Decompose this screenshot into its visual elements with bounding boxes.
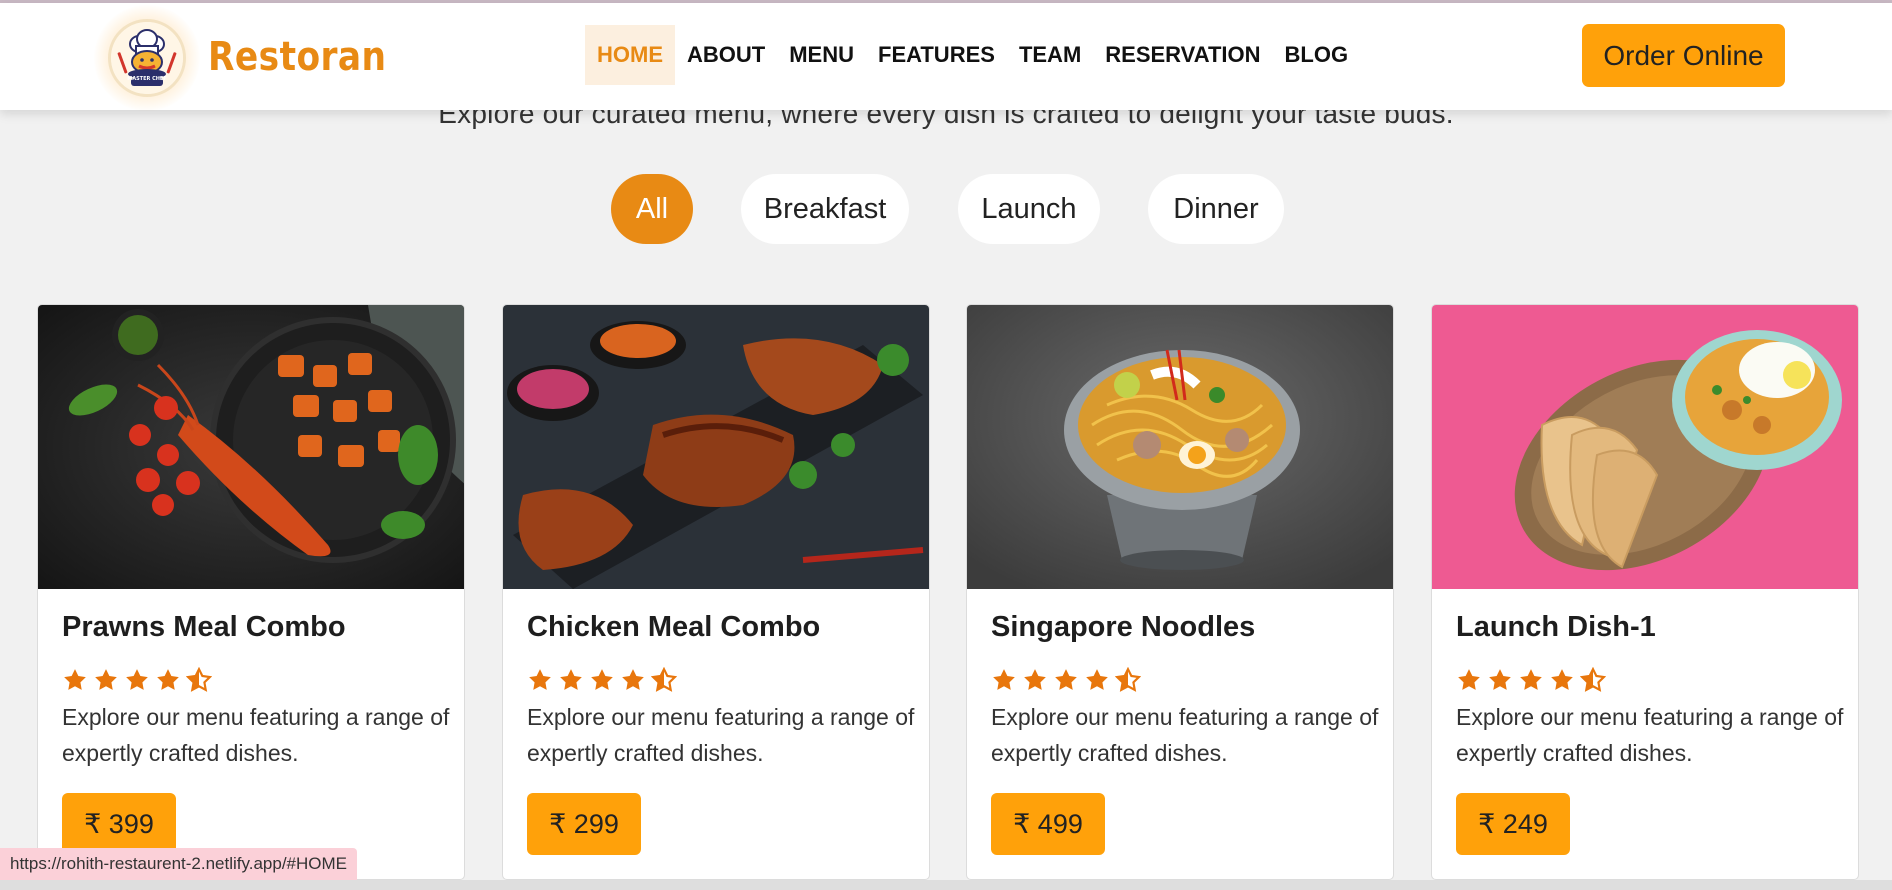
price-button[interactable]: ₹ 249 [1456, 793, 1570, 855]
star-icon [1053, 667, 1084, 693]
star-icon [1518, 667, 1549, 693]
logo-text: MASTER CHEF [127, 76, 167, 82]
singapore-noodles-image [967, 305, 1393, 589]
star-icon [1022, 667, 1053, 693]
launch-dish-image [1432, 305, 1858, 589]
star-icon [1487, 667, 1518, 693]
star-icon [62, 667, 93, 693]
star-icon [558, 667, 589, 693]
nav-team[interactable]: TEAM [1007, 25, 1093, 85]
filter-breakfast[interactable]: Breakfast [741, 174, 909, 244]
main-nav: HOME ABOUT MENU FEATURES TEAM RESERVATIO… [585, 25, 1360, 85]
star-icon [93, 667, 124, 693]
card-title: Singapore Noodles [991, 611, 1256, 643]
half-star-icon [650, 666, 682, 693]
filter-all[interactable]: All [611, 174, 693, 244]
chef-logo-icon: MASTER CHEF [108, 19, 186, 97]
rating-stars [1456, 666, 1611, 693]
filter-launch[interactable]: Launch [958, 174, 1100, 244]
menu-card[interactable]: Prawns Meal Combo Explore our menu featu… [37, 304, 465, 880]
price-button[interactable]: ₹ 299 [527, 793, 641, 855]
half-star-icon [1579, 666, 1611, 693]
card-title: Launch Dish-1 [1456, 611, 1656, 643]
half-star-icon [1114, 666, 1146, 693]
nav-home[interactable]: HOME [585, 25, 675, 85]
card-title: Prawns Meal Combo [62, 611, 346, 643]
rating-stars [991, 666, 1146, 693]
star-icon [155, 667, 186, 693]
filter-dinner[interactable]: Dinner [1148, 174, 1284, 244]
navbar: MASTER CHEF Restoran HOME ABOUT MENU FEA… [0, 3, 1892, 111]
card-title: Chicken Meal Combo [527, 611, 821, 643]
half-star-icon [185, 666, 217, 693]
card-description: Explore our menu featuring a range of ex… [527, 704, 915, 766]
menu-card[interactable]: Launch Dish-1 Explore our menu featuring… [1431, 304, 1859, 880]
card-description: Explore our menu featuring a range of ex… [62, 704, 450, 766]
status-url: https://rohith-restaurent-2.netlify.app/… [0, 848, 358, 880]
nav-reservation[interactable]: RESERVATION [1093, 25, 1272, 85]
nav-menu[interactable]: MENU [777, 25, 866, 85]
star-icon [991, 667, 1022, 693]
rating-stars [527, 666, 682, 693]
logo[interactable]: MASTER CHEF [94, 5, 200, 111]
rating-stars [62, 666, 217, 693]
card-description: Explore our menu featuring a range of ex… [991, 704, 1379, 766]
star-icon [527, 667, 558, 693]
price-button[interactable]: ₹ 399 [62, 793, 176, 855]
nav-features[interactable]: FEATURES [866, 25, 1007, 85]
menu-card[interactable]: Chicken Meal Combo Explore our menu feat… [502, 304, 930, 880]
order-online-button[interactable]: Order Online [1582, 24, 1785, 87]
browser-bottom-edge [0, 880, 1892, 890]
star-icon [1084, 667, 1115, 693]
price-button[interactable]: ₹ 499 [991, 793, 1105, 855]
card-description: Explore our menu featuring a range of ex… [1456, 704, 1844, 766]
brand-name[interactable]: Restoran [208, 29, 386, 85]
menu-filters: All Breakfast Launch Dinner [0, 174, 1892, 244]
star-icon [589, 667, 620, 693]
prawns-meal-image [38, 305, 464, 589]
nav-blog[interactable]: BLOG [1273, 25, 1361, 85]
star-icon [620, 667, 651, 693]
star-icon [1549, 667, 1580, 693]
star-icon [124, 667, 155, 693]
chicken-meal-image [503, 305, 929, 589]
menu-card[interactable]: Singapore Noodles Explore our menu featu… [966, 304, 1394, 880]
nav-about[interactable]: ABOUT [675, 25, 777, 85]
star-icon [1456, 667, 1487, 693]
